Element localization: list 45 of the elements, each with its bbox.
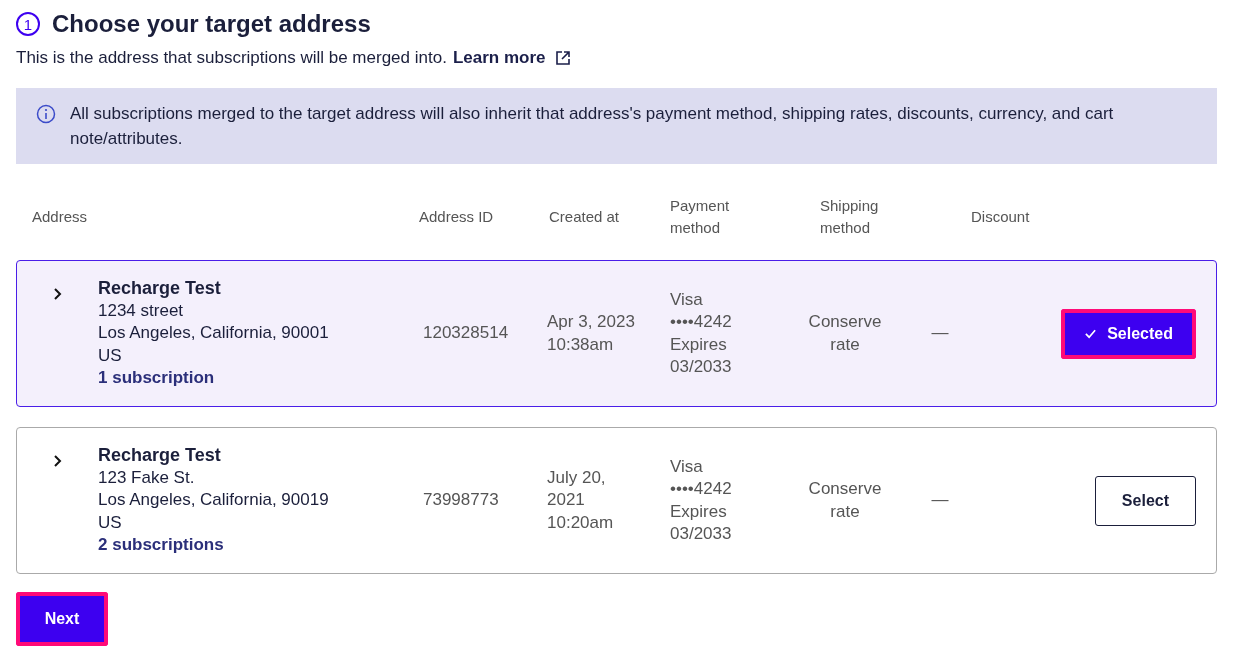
- address-name: Recharge Test: [98, 444, 222, 467]
- selected-button[interactable]: Selected: [1061, 308, 1196, 359]
- table-cell-text: 120328514: [423, 322, 510, 345]
- table-cell-text: Conserve rate: [807, 311, 883, 356]
- column-header: Address ID: [419, 207, 495, 227]
- payment-line: 03/2033: [670, 523, 733, 545]
- payment-line: Visa: [670, 455, 704, 478]
- address-name: Recharge Test: [98, 277, 222, 300]
- external-link-icon[interactable]: [555, 50, 572, 66]
- check-icon: [1084, 327, 1098, 340]
- next-button[interactable]: Next: [16, 592, 108, 646]
- payment-line: 03/2033: [670, 356, 733, 378]
- learn-more-link[interactable]: Learn more: [452, 48, 546, 68]
- subscriptions-link[interactable]: 2 subscriptions: [98, 535, 224, 555]
- address-card[interactable]: Recharge Test 123 Fake St. Los Angeles, California, 90019 US 2 subscriptions 73998773 July 20, 2021 10:20am Visa ••••4242 Expires 03/2033 Conserve rate — Select: [16, 427, 1217, 574]
- address-line: US: [98, 511, 123, 534]
- payment-line: Expires: [670, 500, 728, 523]
- address-card[interactable]: Recharge Test 1234 street Los Angeles, California, 90001 US 1 subscription 120328514 Apr 3, 2023 10:38am Visa ••••4242 Expires 03/2033 Conserve rate — Selected: [16, 260, 1217, 407]
- step-number: 1: [16, 12, 40, 36]
- page-title: Choose your target address: [52, 10, 371, 38]
- table-cell-text: Apr 3, 2023 10:38am: [547, 311, 636, 356]
- info-icon: [36, 104, 56, 124]
- column-header: Payment method: [670, 196, 731, 238]
- table-cell-text: Conserve rate: [807, 478, 883, 523]
- subscriptions-link[interactable]: 1 subscription: [98, 368, 215, 388]
- select-button[interactable]: Select: [1094, 475, 1196, 526]
- table-cell-text: —: [930, 322, 950, 345]
- banner-text: All subscriptions merged to the target address will also inherit that address's payment method, shipping rates, discounts, currency, and cart note/attributes.: [70, 103, 1115, 150]
- address-line: Los Angeles, California, 90001: [98, 322, 330, 345]
- address-line: US: [98, 344, 123, 367]
- payment-line: Expires: [670, 333, 728, 356]
- address-line: 1234 street: [98, 299, 185, 322]
- intro-text: This is the address that subscriptions will be merged into.: [16, 48, 447, 68]
- table-cell-text: —: [930, 489, 950, 512]
- address-line: 123 Fake St.: [98, 466, 196, 489]
- table-cell-text: July 20, 2021 10:20am: [547, 466, 615, 534]
- column-header: Created at: [549, 207, 621, 227]
- column-header: Address: [32, 207, 89, 227]
- column-header: Discount: [971, 207, 1031, 227]
- column-header: Shipping method: [820, 196, 880, 238]
- table-cell-text: 73998773: [423, 489, 500, 512]
- payment-line: ••••4242: [670, 311, 733, 333]
- payment-line: ••••4242: [670, 478, 733, 500]
- address-line: Los Angeles, California, 90019: [98, 489, 330, 512]
- payment-line: Visa: [670, 288, 704, 311]
